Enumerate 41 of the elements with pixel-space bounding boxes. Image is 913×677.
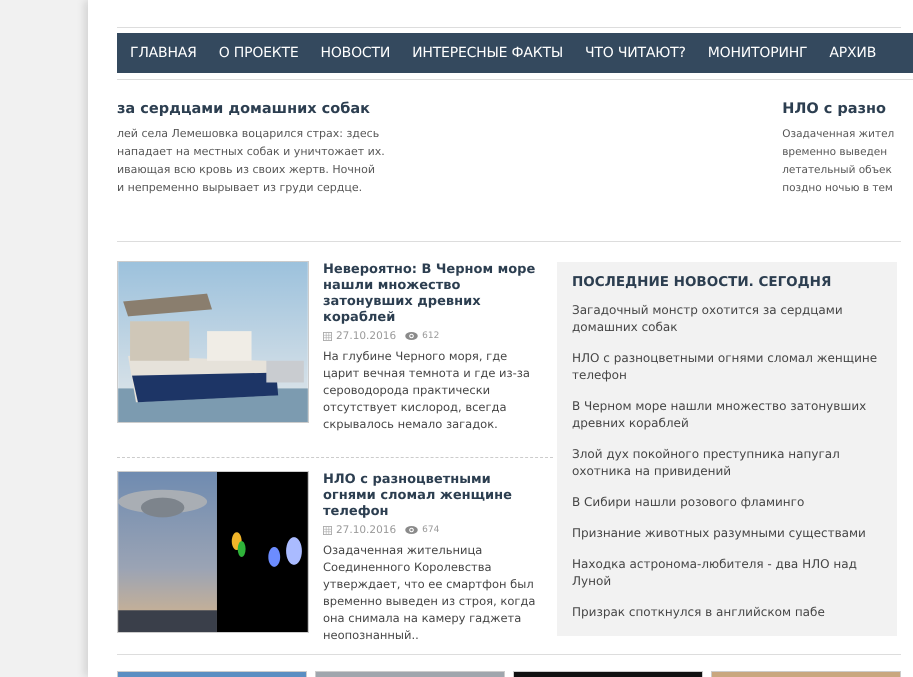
article-date: 27.10.2016 (336, 330, 396, 342)
slide-title[interactable]: НЛО с разно (782, 101, 901, 117)
nav-link[interactable]: ЧТО ЧИТАЮТ? (574, 45, 697, 61)
article-excerpt: Озадаченная жительница Соединенного Королевства утверждает, что ее смартфон был временно выведен из строя, когда она снимала на камеру гаджета неопознанный.. (323, 542, 536, 644)
news-link[interactable]: Призрак споткнулся в английском пабе (572, 604, 882, 621)
nav-link[interactable]: НОВОСТИ (310, 45, 402, 61)
slide-text-line: временно выведен (782, 145, 888, 160)
slide-text-line: нападает на местных собак и уничтожает их. (117, 144, 386, 160)
calendar-icon (323, 332, 332, 340)
news-link[interactable]: Находка астронома-любителя - два НЛО над Луной (572, 556, 882, 590)
slide-text-line: ивающая всю кровь из своих жертв. Ночной (117, 162, 376, 178)
article-excerpt: На глубине Черного моря, где царит вечная темнота и где из-за сероводорода практически отсутствует кислород, всегда скрывалось немало загадок. (323, 348, 531, 433)
news-link[interactable]: Признание животных разумными существами (572, 525, 882, 542)
eye-icon (405, 332, 418, 340)
slide-text-line: поздно ночью в тем (782, 181, 894, 196)
news-link[interactable]: Злой дух покойного преступника напугал охотника на привидений (572, 446, 882, 480)
view-count: 674 (422, 525, 440, 535)
nav-link[interactable]: ГЛАВНАЯ (119, 45, 208, 61)
article-title[interactable]: Невероятно: В Черном море нашли множество затонувших древних кораблей (323, 262, 545, 326)
nav-link[interactable]: О ПРОЕКТЕ (208, 45, 310, 61)
nav-link[interactable]: АРХИВ (818, 45, 888, 61)
ufo-photo[interactable] (117, 471, 309, 633)
photo-placeholder[interactable] (513, 671, 703, 677)
article-title[interactable]: НЛО с разноцветными огнями сломал женщине телефон (323, 472, 545, 520)
news-link[interactable]: В Сибири нашли розового фламинго (572, 494, 882, 511)
eye-icon (405, 526, 418, 534)
nav-link[interactable]: МОНИТОРИНГ (696, 45, 818, 61)
slide-text-line: летательный объек (782, 163, 893, 178)
calendar-icon (323, 526, 332, 534)
ship-photo[interactable] (117, 261, 309, 423)
view-count: 612 (422, 331, 440, 341)
slide-text-line: Озадаченная жител (782, 127, 896, 142)
nav-link[interactable]: ИНТЕРЕСНЫЕ ФАКТЫ (401, 45, 574, 61)
article-date: 27.10.2016 (336, 524, 396, 536)
slide-text-line: лей села Лемешовка воцарился страх: здесь (117, 126, 380, 142)
news-link[interactable]: Загадочный монстр охотится за сердцами домашних собак (572, 302, 882, 336)
slide-title[interactable]: за сердцами домашних собак (117, 101, 782, 117)
news-link[interactable]: НЛО с разноцветными огнями сломал женщине телефон (572, 350, 882, 384)
news-link[interactable]: В Черном море нашли множество затонувших древних кораблей (572, 398, 882, 432)
slide-text-line: и непременно вырывает из груди сердце. (117, 180, 364, 196)
panel-heading: ПОСЛЕДНИЕ НОВОСТИ. СЕГОДНЯ (572, 274, 832, 290)
